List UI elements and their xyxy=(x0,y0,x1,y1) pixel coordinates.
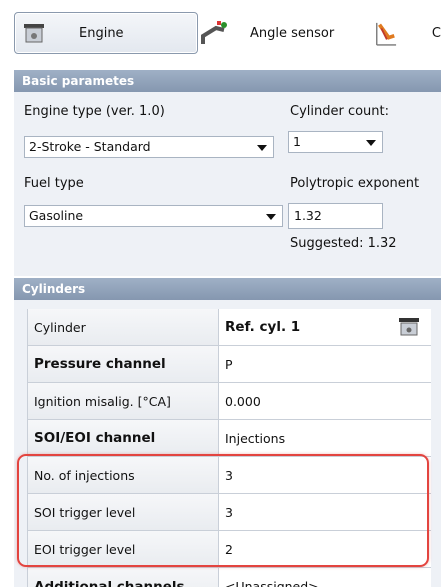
polytropic-exponent-input[interactable]: 1.32 xyxy=(288,203,383,229)
engine-type-select[interactable]: 2-Stroke - Standard xyxy=(24,136,274,158)
highlight-box xyxy=(17,454,429,567)
cylinder-count-dropdown-icon xyxy=(366,140,376,146)
engine-icon xyxy=(24,24,44,43)
fuel-type-label: Fuel type xyxy=(24,176,84,191)
fuel-type-select[interactable]: Gasoline xyxy=(24,205,283,227)
suggested-exponent-text: Suggested: 1.32 xyxy=(290,236,397,251)
cylinder-icon[interactable] xyxy=(399,318,419,336)
combustion-tab-button[interactable]: C xyxy=(374,12,441,54)
angle-sensor-icon xyxy=(201,21,227,44)
table-row: Pressure channel P xyxy=(28,346,431,383)
cylinder-count-value: 1 xyxy=(293,134,301,149)
engine-type-value: 2-Stroke - Standard xyxy=(29,139,151,154)
polytropic-exponent-label: Polytropic exponent xyxy=(290,176,420,191)
basic-parameters-header: Basic parametes xyxy=(14,70,441,92)
angle-sensor-tab-button[interactable]: Angle sensor xyxy=(200,12,360,54)
engine-type-label: Engine type (ver. 1.0) xyxy=(24,104,165,119)
cylinder-count-select[interactable]: 1 xyxy=(288,131,383,153)
cylinders-header: Cylinders xyxy=(14,278,441,300)
soi-eoi-channel-value[interactable]: Injections xyxy=(219,420,431,456)
combustion-icon xyxy=(376,22,397,46)
reference-cylinder-cell[interactable]: Ref. cyl. 1 xyxy=(219,309,431,345)
engine-tab-label: Engine xyxy=(79,25,124,41)
ignition-misalignment-label: Ignition misalig. [°CA] xyxy=(28,383,219,419)
toolbar: Engine Angle sensor C xyxy=(0,0,441,68)
fuel-type-value: Gasoline xyxy=(29,208,84,223)
table-row: SOI/EOI channel Injections xyxy=(28,420,431,457)
pressure-channel-value[interactable]: P xyxy=(219,346,431,382)
reference-cylinder-value: Ref. cyl. 1 xyxy=(225,319,301,335)
cylinder-row-label: Cylinder xyxy=(28,309,219,345)
additional-channels-label: Additional channels xyxy=(28,568,219,587)
soi-eoi-channel-label: SOI/EOI channel xyxy=(28,420,219,456)
engine-tab-button[interactable]: Engine xyxy=(14,12,198,54)
table-row: Additional channels <Unassigned> xyxy=(28,568,431,587)
table-row: Ignition misalig. [°CA] 0.000 xyxy=(28,383,431,420)
table-row: Cylinder Ref. cyl. 1 xyxy=(28,309,431,346)
ignition-misalignment-value[interactable]: 0.000 xyxy=(219,383,431,419)
angle-sensor-tab-label: Angle sensor xyxy=(250,25,335,41)
fuel-type-dropdown-icon xyxy=(266,214,276,220)
pressure-channel-label: Pressure channel xyxy=(28,346,219,382)
additional-channels-value[interactable]: <Unassigned> xyxy=(219,568,431,587)
cylinder-count-label: Cylinder count: xyxy=(290,104,390,119)
engine-type-dropdown-icon xyxy=(257,145,267,151)
combustion-tab-label: C xyxy=(431,25,441,41)
